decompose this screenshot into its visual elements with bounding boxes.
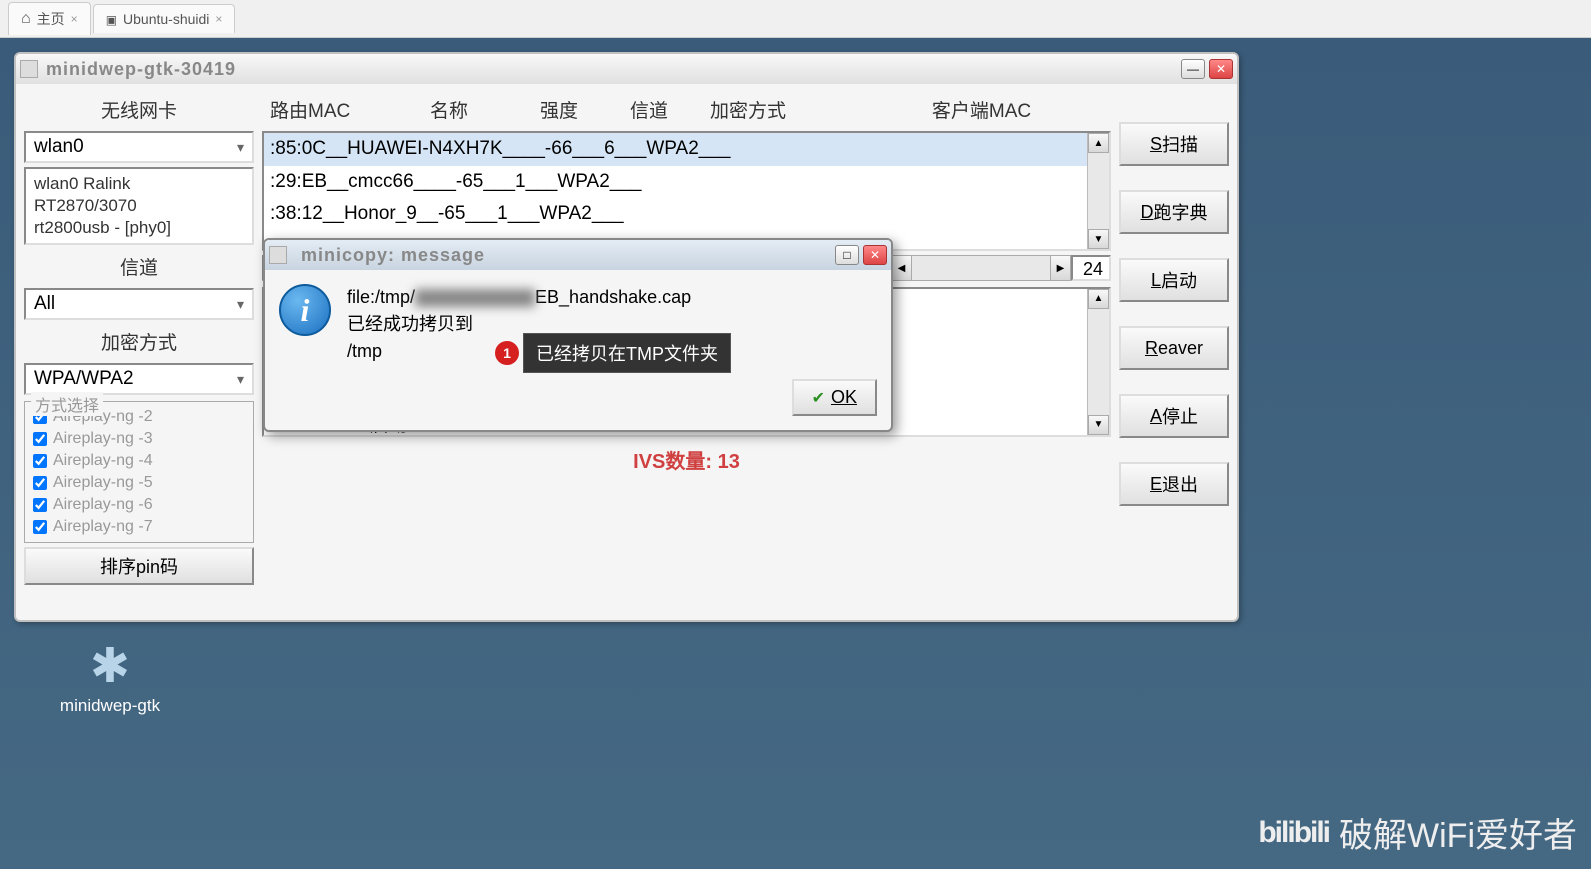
tab-close-icon[interactable]: × [71,12,78,26]
minimize-button[interactable]: — [1181,59,1205,79]
splash-icon [80,638,140,688]
desktop-icon-label: minidwep-gtk [40,696,180,716]
tab-ubuntu-label: Ubuntu-shuidi [123,11,209,27]
close-button[interactable]: ✕ [1209,59,1233,79]
dialog-titlebar[interactable]: minicopy: message □ ✕ [265,240,891,270]
scroll-up-icon[interactable]: ▲ [1088,289,1109,309]
start-button[interactable]: L启动 [1119,258,1229,302]
dict-button[interactable]: D跑字典 [1119,190,1229,234]
method-legend: 方式选择 [31,392,103,416]
tab-home[interactable]: 主页 × [8,2,91,35]
ap-list[interactable]: :85:0C__HUAWEI-N4XH7K____-66___6___WPA2_… [262,131,1111,251]
card-info: wlan0 Ralink RT2870/3070 rt2800usb - [ph… [24,167,254,245]
desktop: minidwep-gtk-30419 — ✕ 无线网卡 wlan0 wlan0 … [0,38,1591,869]
check-aireplay-3[interactable]: Aireplay-ng -3 [33,428,245,450]
tab-ubuntu[interactable]: Ubuntu-shuidi × [93,4,236,33]
check-aireplay-6[interactable]: Aireplay-ng -6 [33,494,245,516]
col-power: 强度 [540,96,630,123]
channel-label: 信道 [24,249,254,284]
ap-row[interactable]: :85:0C__HUAWEI-N4XH7K____-66___6___WPA2_… [264,133,1109,166]
dialog-icon [269,246,287,264]
col-mac: 路由MAC [270,96,430,123]
scroll-up-icon[interactable]: ▲ [1088,133,1109,153]
scrollbar-vertical[interactable]: ▲ ▼ [1087,289,1109,435]
encrypt-label: 加密方式 [24,324,254,359]
bilibili-logo: bilibili [1258,816,1329,850]
scroll-down-icon[interactable]: ▼ [1088,415,1109,435]
col-channel: 信道 [630,96,710,123]
dialog-title: minicopy: message [295,245,835,266]
tab-close-icon[interactable]: × [215,12,222,26]
scan-button[interactable]: S扫描 [1119,122,1229,166]
app-icon [20,60,38,78]
desktop-shortcut[interactable]: minidwep-gtk [40,638,180,716]
home-icon [21,10,31,28]
ok-button[interactable]: ✔ OK [792,379,877,416]
encrypt-dropdown[interactable]: WPA/WPA2 [24,363,254,395]
vm-icon [106,11,117,27]
scrollbar-vertical[interactable]: ▲ ▼ [1087,133,1109,249]
sort-pin-button[interactable]: 排序pin码 [24,547,254,585]
count-value: 24 [1071,255,1111,281]
ap-row[interactable]: :38:12__Honor_9__-65___1___WPA2___ [264,198,1109,231]
annotation-overlay: 1 已经拷贝在TMP文件夹 [495,333,731,373]
watermark-text: 破解WiFi爱好者 [1339,808,1577,857]
stop-button[interactable]: A停止 [1119,394,1229,438]
dialog-close-button[interactable]: ✕ [863,245,887,265]
scroll-right-icon[interactable]: ▶ [1050,256,1070,280]
method-fieldset: 方式选择 Aireplay-ng -2 Aireplay-ng -3 Airep… [24,401,254,543]
channel-dropdown[interactable]: All [24,288,254,320]
left-panel: 无线网卡 wlan0 wlan0 Ralink RT2870/3070 rt28… [24,92,254,612]
tab-home-label: 主页 [37,9,65,29]
ivs-count: IVS数量: 13 [262,437,1111,474]
dialog-maximize-button[interactable]: □ [835,245,859,265]
check-aireplay-7[interactable]: Aireplay-ng -7 [33,516,245,538]
annotation-text: 已经拷贝在TMP文件夹 [523,333,731,373]
info-icon: i [279,284,331,336]
ap-row[interactable]: :29:EB__cmcc66____-65___1___WPA2___ [264,166,1109,199]
redacted-text [415,289,535,307]
titlebar[interactable]: minidwep-gtk-30419 — ✕ [16,54,1237,84]
annotation-badge: 1 [495,341,519,365]
col-client: 客户端MAC [860,96,1103,123]
check-icon: ✔ [812,388,825,408]
right-panel: S扫描 D跑字典 L启动 Reaver A停止 E退出 [1119,92,1229,612]
watermark: bilibili 破解WiFi爱好者 [1258,808,1577,857]
reaver-button[interactable]: Reaver [1119,326,1229,370]
check-aireplay-5[interactable]: Aireplay-ng -5 [33,472,245,494]
wireless-dropdown[interactable]: wlan0 [24,131,254,163]
column-headers: 路由MAC 名称 强度 信道 加密方式 客户端MAC [262,92,1111,131]
scroll-left-icon[interactable]: ◀ [892,256,912,280]
check-aireplay-4[interactable]: Aireplay-ng -4 [33,450,245,472]
exit-button[interactable]: E退出 [1119,462,1229,506]
scroll-down-icon[interactable]: ▼ [1088,229,1109,249]
browser-tabs: 主页 × Ubuntu-shuidi × [0,0,1591,38]
col-name: 名称 [430,96,540,123]
window-title: minidwep-gtk-30419 [46,59,1181,80]
col-encrypt: 加密方式 [710,96,860,123]
scrollbar-horizontal[interactable]: ◀ ▶ [891,255,1071,281]
wireless-label: 无线网卡 [24,92,254,127]
